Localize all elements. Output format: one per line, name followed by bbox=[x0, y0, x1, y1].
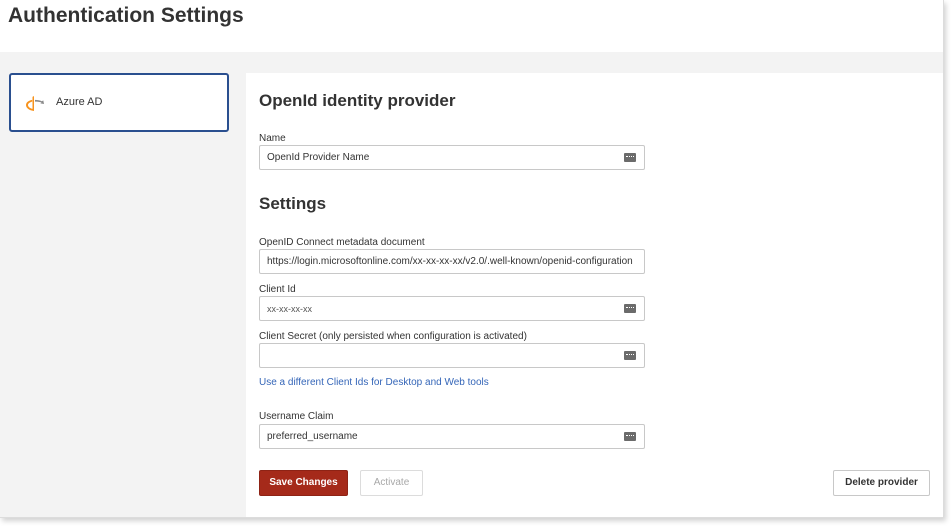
metadata-label: OpenID Connect metadata document bbox=[259, 237, 425, 248]
sidebar-item-label: Azure AD bbox=[56, 96, 103, 108]
keyboard-icon[interactable] bbox=[624, 304, 636, 313]
metadata-field[interactable]: https://login.microsoftonline.com/xx-xx-… bbox=[259, 249, 645, 274]
settings-section-title: Settings bbox=[259, 194, 327, 213]
keyboard-icon[interactable] bbox=[624, 153, 636, 162]
client-id-label: Client Id bbox=[259, 284, 296, 295]
sidebar-item-azure-ad[interactable]: Azure AD bbox=[9, 73, 229, 132]
username-claim-label: Username Claim bbox=[259, 411, 334, 422]
client-secret-label: Client Secret (only persisted when confi… bbox=[259, 331, 527, 342]
save-changes-button[interactable]: Save Changes bbox=[259, 470, 348, 496]
client-id-field[interactable]: xx-xx-xx-xx bbox=[259, 296, 645, 321]
keyboard-icon[interactable] bbox=[624, 432, 636, 441]
page-title: Authentication Settings bbox=[8, 4, 244, 27]
metadata-value: https://login.microsoftonline.com/xx-xx-… bbox=[267, 256, 633, 267]
name-field[interactable]: OpenId Provider Name bbox=[259, 145, 645, 170]
openid-logo-icon bbox=[26, 96, 44, 111]
authentication-settings-page: Authentication Settings Azure AD OpenId … bbox=[0, 0, 944, 518]
name-value: OpenId Provider Name bbox=[267, 152, 370, 163]
username-claim-value: preferred_username bbox=[267, 431, 358, 442]
provider-section-title: OpenId identity provider bbox=[259, 91, 456, 110]
username-claim-field[interactable]: preferred_username bbox=[259, 424, 645, 449]
delete-provider-button[interactable]: Delete provider bbox=[833, 470, 930, 496]
keyboard-icon[interactable] bbox=[624, 351, 636, 360]
client-id-value: xx-xx-xx-xx bbox=[267, 304, 312, 314]
name-label: Name bbox=[259, 133, 286, 144]
provider-form-panel: OpenId identity provider Name OpenId Pro… bbox=[246, 73, 943, 517]
client-secret-field[interactable] bbox=[259, 343, 645, 368]
different-client-ids-link[interactable]: Use a different Client Ids for Desktop a… bbox=[259, 377, 489, 388]
activate-button[interactable]: Activate bbox=[360, 470, 423, 496]
page-header: Authentication Settings bbox=[0, 0, 943, 52]
